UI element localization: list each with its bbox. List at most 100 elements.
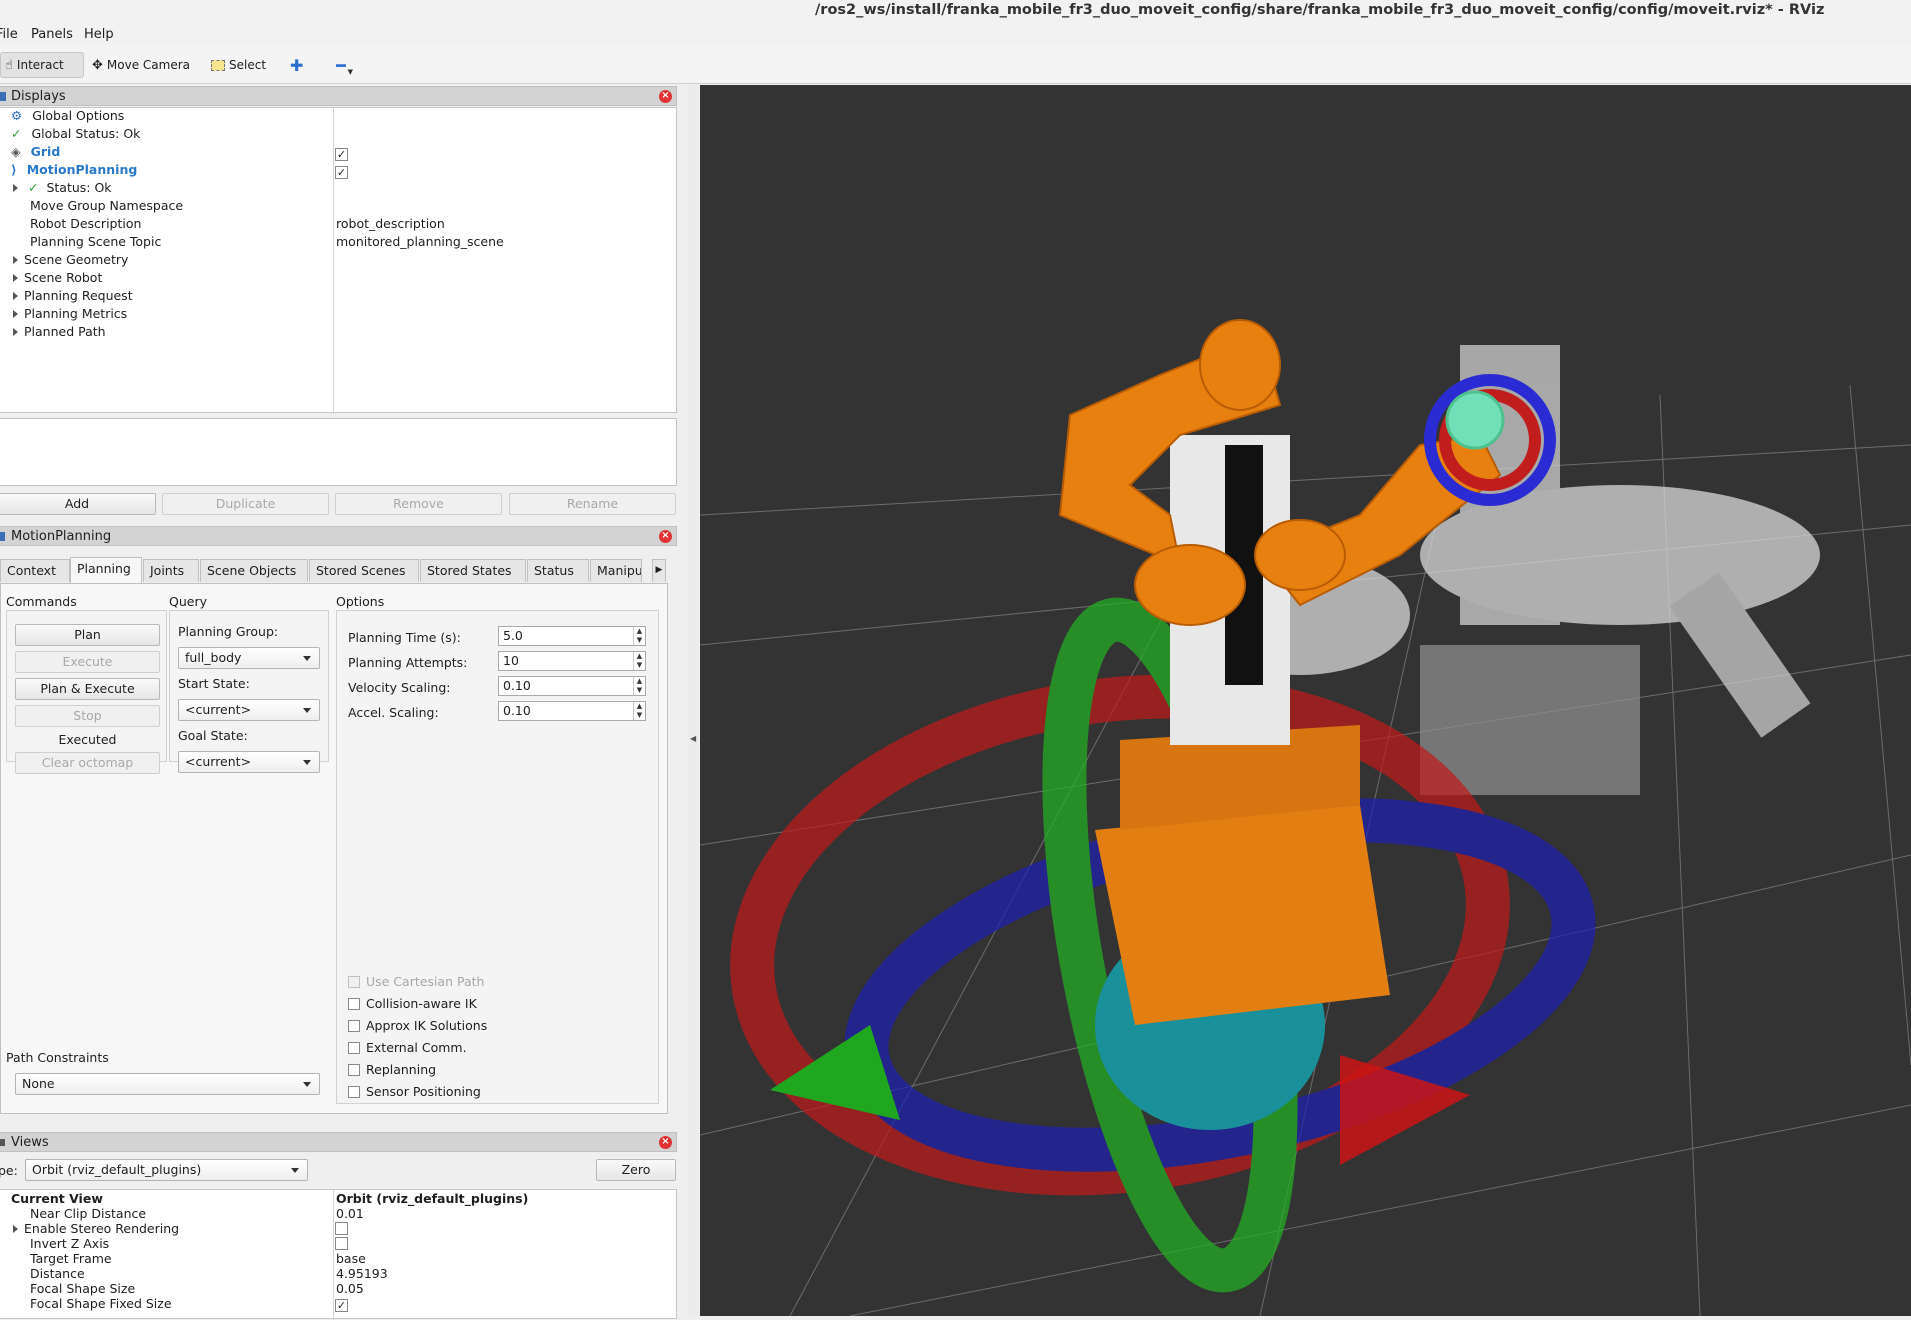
tree-row-planning-metrics[interactable]: Planning Metrics [13, 306, 127, 324]
planning-group-select[interactable]: full_body [178, 647, 320, 669]
add-display-button[interactable]: Add [0, 493, 156, 515]
expand-arrow-icon[interactable] [13, 274, 18, 282]
expand-arrow-icon[interactable] [13, 310, 18, 318]
menu-file[interactable]: File [0, 27, 18, 42]
approx-ik-checkbox[interactable]: Approx IK Solutions [348, 1018, 487, 1033]
tree-row-move-group-namespace[interactable]: Move Group Namespace [30, 198, 183, 216]
tree-row-planning-request[interactable]: Planning Request [13, 288, 133, 306]
accel-scaling-spinbox[interactable]: 0.10 ▲ ▼ [498, 701, 646, 721]
add-tool-button[interactable]: ✚ [286, 52, 307, 78]
move-camera-icon: ✥ [92, 57, 103, 73]
expand-arrow-icon[interactable] [13, 1225, 18, 1233]
planning-attempts-spinbox[interactable]: 10 ▲ ▼ [498, 651, 646, 671]
displays-tree: ⚙ Global Options ✓ Global Status: Ok ◈ G… [0, 107, 677, 414]
row-label: Enable Stereo Rendering [24, 1221, 180, 1236]
menu-help[interactable]: Help [84, 27, 114, 42]
close-icon[interactable]: × [659, 90, 672, 103]
tab-stored-states[interactable]: Stored States [420, 559, 526, 582]
plan-and-execute-button[interactable]: Plan & Execute [15, 678, 160, 700]
select-button[interactable]: Select [207, 52, 270, 78]
tree-row-grid[interactable]: ◈ Grid [11, 144, 60, 162]
robot-description-value[interactable]: robot_description [336, 216, 445, 234]
expand-arrow-icon[interactable] [13, 292, 18, 300]
plan-button[interactable]: Plan [15, 624, 160, 646]
planning-time-spinbox[interactable]: 5.0 ▲ ▼ [498, 626, 646, 646]
spin-arrows-icon[interactable]: ▲ ▼ [633, 652, 645, 670]
interact-button[interactable]: ☝ Interact [0, 52, 84, 78]
tree-row-status[interactable]: ✓ Status: Ok [13, 180, 112, 198]
minus-icon: ━ [336, 55, 346, 75]
move-camera-button[interactable]: ✥ Move Camera [88, 52, 194, 78]
zero-button[interactable]: Zero [596, 1159, 676, 1181]
views-title: Views [11, 1135, 49, 1150]
close-icon[interactable]: × [659, 1136, 672, 1149]
spin-arrows-icon[interactable]: ▲ ▼ [633, 677, 645, 695]
motionplanning-tabbar: Context Planning Joints Scene Objects St… [0, 557, 668, 583]
tree-row-planned-path[interactable]: Planned Path [13, 324, 106, 342]
tree-row-motionplanning[interactable]: ⟩ MotionPlanning [11, 162, 137, 180]
current-view-value[interactable]: Orbit (rviz_default_plugins) [336, 1191, 528, 1209]
expand-arrow-icon[interactable] [13, 256, 18, 264]
start-state-select[interactable]: <current> [178, 699, 320, 721]
use-cartesian-path-checkbox[interactable]: Use Cartesian Path [348, 974, 484, 989]
move-camera-label: Move Camera [106, 58, 190, 72]
tree-row-scene-geometry[interactable]: Scene Geometry [13, 252, 128, 270]
duplicate-display-button[interactable]: Duplicate [162, 493, 329, 515]
stop-button[interactable]: Stop [15, 705, 160, 727]
planning-time-label: Planning Time (s): [348, 630, 461, 645]
path-constraints-select[interactable]: None [15, 1073, 320, 1095]
tab-joints[interactable]: Joints [143, 559, 199, 582]
goal-state-label: Goal State: [178, 728, 248, 743]
tab-scene-objects[interactable]: Scene Objects [200, 559, 308, 582]
remove-tool-button[interactable]: ━ ▼ [332, 52, 357, 78]
tree-row-planning-scene-topic[interactable]: Planning Scene Topic [30, 234, 161, 252]
view-type-select[interactable]: Orbit (rviz_default_plugins) [25, 1159, 308, 1181]
velocity-scaling-spinbox[interactable]: 0.10 ▲ ▼ [498, 676, 646, 696]
execution-status-label: Executed [58, 732, 117, 747]
scene-render [700, 319, 1911, 1316]
tab-status[interactable]: Status [527, 559, 589, 582]
collision-aware-ik-checkbox[interactable]: Collision-aware IK [348, 996, 477, 1011]
displays-panel-header: Displays × [0, 86, 677, 106]
expand-arrow-icon[interactable] [13, 328, 18, 336]
grid-enabled-checkbox[interactable]: ✓ [335, 146, 348, 164]
tree-row-focal-shape-fixed[interactable]: Focal Shape Fixed Size [30, 1296, 172, 1314]
focal-shape-fixed-checkbox[interactable]: ✓ [335, 1297, 348, 1315]
spin-arrows-icon[interactable]: ▲ ▼ [633, 627, 645, 645]
tree-row-scene-robot[interactable]: Scene Robot [13, 270, 102, 288]
render-viewport[interactable] [700, 85, 1911, 1316]
tab-context[interactable]: Context [0, 559, 70, 582]
tree-row-global-options[interactable]: ⚙ Global Options [11, 108, 124, 126]
menu-panels[interactable]: Panels [31, 27, 73, 42]
close-icon[interactable]: × [659, 530, 672, 543]
row-label: Global Status: Ok [31, 126, 141, 141]
menu-bar: File Panels Help [0, 24, 1911, 46]
planning-attempts-value: 10 [503, 653, 519, 668]
tab-planning[interactable]: Planning [70, 557, 142, 583]
options-header: Options [336, 594, 385, 609]
clear-octomap-button[interactable]: Clear octomap [15, 752, 160, 774]
rename-display-button[interactable]: Rename [509, 493, 676, 515]
row-label: Move Group Namespace [30, 198, 184, 213]
motionplanning-enabled-checkbox[interactable]: ✓ [335, 164, 348, 182]
view-type-value: Orbit (rviz_default_plugins) [32, 1162, 202, 1177]
remove-display-button[interactable]: Remove [335, 493, 502, 515]
replanning-checkbox[interactable]: Replanning [348, 1062, 436, 1077]
external-comm-checkbox[interactable]: External Comm. [348, 1040, 467, 1055]
tab-scroll-right-icon[interactable]: ▶ [652, 559, 666, 582]
goal-state-select[interactable]: <current> [178, 751, 320, 773]
tree-row-robot-description[interactable]: Robot Description [30, 216, 141, 234]
sensor-positioning-checkbox[interactable]: Sensor Positioning [348, 1084, 481, 1099]
tree-row-global-status[interactable]: ✓ Global Status: Ok [11, 126, 140, 144]
expand-arrow-icon[interactable] [13, 184, 18, 192]
tab-manipulation[interactable]: Manipu [590, 559, 642, 582]
accel-scaling-label: Accel. Scaling: [348, 705, 439, 720]
panel-splitter[interactable]: ◀ [688, 84, 699, 1316]
spin-arrows-icon[interactable]: ▲ ▼ [633, 702, 645, 720]
collapse-arrow-icon[interactable]: ◀ [690, 734, 696, 743]
tab-stored-scenes[interactable]: Stored Scenes [309, 559, 419, 582]
planning-group-label: Planning Group: [178, 624, 279, 639]
execute-button[interactable]: Execute [15, 651, 160, 673]
planning-scene-topic-value[interactable]: monitored_planning_scene [336, 234, 504, 252]
chevron-down-icon [303, 760, 311, 765]
